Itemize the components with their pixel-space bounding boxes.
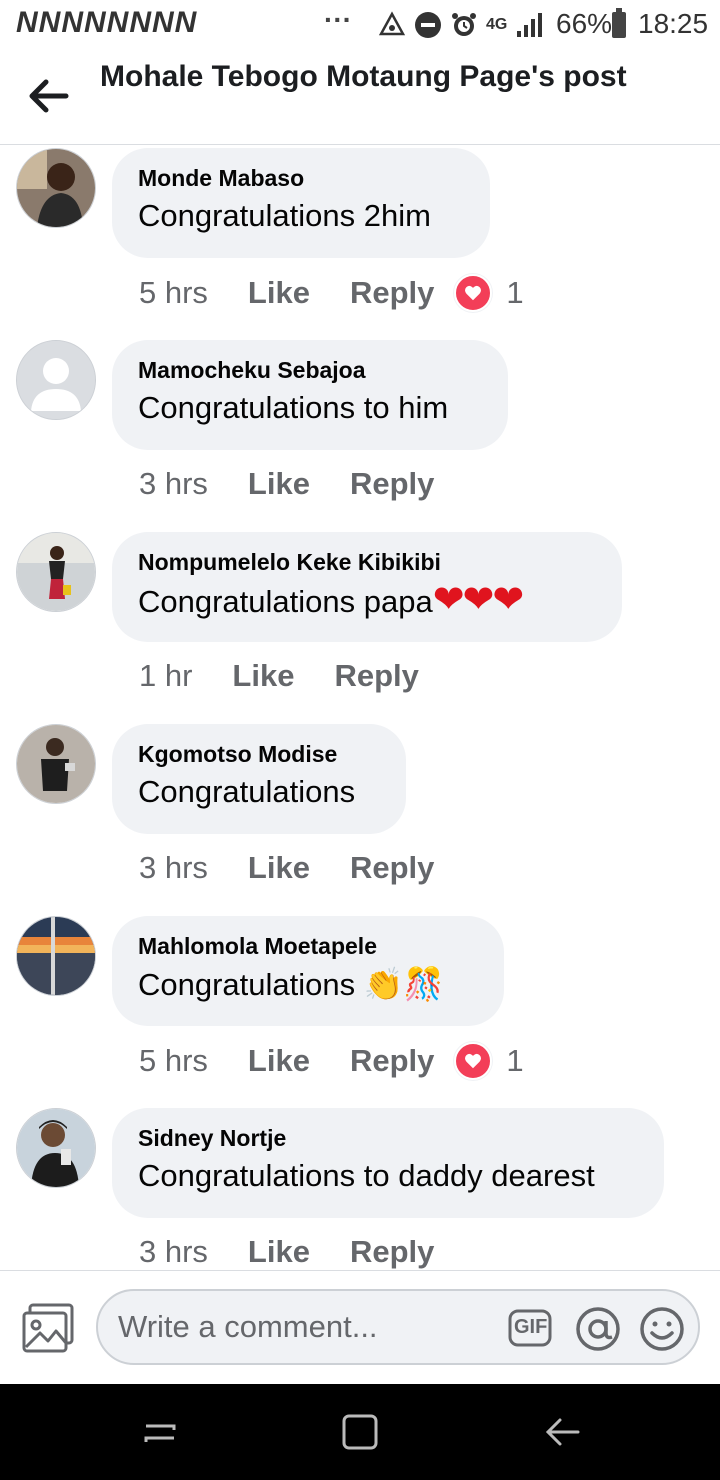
battery-icon bbox=[612, 8, 626, 38]
photo-icon[interactable] bbox=[22, 1303, 74, 1353]
avatar[interactable] bbox=[16, 724, 96, 804]
comment-text: Congratulations 2him bbox=[138, 198, 431, 233]
reply-button[interactable]: Reply bbox=[350, 1234, 434, 1270]
comment-author[interactable]: Mamocheku Sebajoa bbox=[138, 356, 480, 384]
status-bar: NNNNNNNN ··· 4G 66% 18:25 bbox=[0, 0, 720, 50]
reply-button[interactable]: Reply bbox=[350, 466, 434, 502]
page-header: Mohale Tebogo Motaung Page's post bbox=[0, 50, 720, 145]
comment-actions: 3 hrs Like Reply bbox=[139, 850, 434, 886]
data-saver-icon bbox=[378, 11, 406, 36]
back-arrow-icon[interactable] bbox=[26, 76, 70, 116]
notification-icons: NNNNNNNN bbox=[16, 6, 198, 39]
comment-text: Congratulations to daddy dearest bbox=[138, 1158, 595, 1193]
comment-author[interactable]: Sidney Nortje bbox=[138, 1124, 636, 1152]
clap-party-emojis: 👏🎊 bbox=[363, 966, 444, 1002]
heart-emojis: ❤❤❤ bbox=[432, 579, 525, 621]
like-button[interactable]: Like bbox=[232, 658, 294, 694]
like-button[interactable]: Like bbox=[248, 850, 310, 886]
comment-time[interactable]: 3 hrs bbox=[139, 1234, 208, 1270]
comment-author[interactable]: Nompumelelo Keke Kibikibi bbox=[138, 548, 594, 576]
comment-text: Congratulations to him bbox=[138, 390, 449, 425]
do-not-disturb-icon bbox=[415, 12, 441, 38]
comment-actions: 5 hrs Like Reply 1 bbox=[139, 274, 524, 312]
comment-time[interactable]: 1 hr bbox=[139, 658, 192, 694]
battery-percent: 66% bbox=[556, 8, 613, 39]
like-button[interactable]: Like bbox=[248, 1043, 310, 1079]
comment-actions: 3 hrs Like Reply bbox=[139, 1234, 434, 1270]
comment-bubble[interactable]: Sidney Nortje Congratulations to daddy d… bbox=[112, 1108, 664, 1218]
page-title: Mohale Tebogo Motaung Page's post bbox=[100, 60, 627, 93]
love-reaction-icon bbox=[454, 274, 493, 312]
avatar[interactable] bbox=[16, 148, 96, 228]
comment-time[interactable]: 3 hrs bbox=[139, 466, 208, 502]
gif-button[interactable]: GIF bbox=[508, 1309, 552, 1347]
clock: 18:25 bbox=[638, 8, 709, 39]
comment-input[interactable]: Write a comment... GIF bbox=[96, 1289, 700, 1365]
reply-button[interactable]: Reply bbox=[334, 658, 418, 694]
system-nav-bar bbox=[0, 1384, 720, 1480]
like-button[interactable]: Like bbox=[248, 1234, 310, 1270]
reply-button[interactable]: Reply bbox=[350, 1043, 434, 1079]
reaction-count[interactable]: 1 bbox=[454, 1042, 524, 1080]
comment-time[interactable]: 5 hrs bbox=[139, 275, 208, 311]
avatar[interactable] bbox=[16, 340, 96, 420]
alarm-icon bbox=[452, 13, 476, 36]
system-icons: 4G bbox=[378, 9, 545, 41]
recent-apps-icon[interactable] bbox=[140, 1412, 180, 1452]
comment-author[interactable]: Mahlomola Moetapele bbox=[138, 932, 476, 960]
comment-bubble[interactable]: Kgomotso Modise Congratulations bbox=[112, 724, 406, 834]
mention-icon[interactable] bbox=[574, 1305, 622, 1353]
like-button[interactable]: Like bbox=[248, 466, 310, 502]
comment-text: Congratulations papa❤❤❤ bbox=[138, 579, 525, 621]
comment-actions: 1 hr Like Reply bbox=[139, 658, 419, 694]
comment-text: Congratulations 👏🎊 bbox=[138, 966, 444, 1002]
reaction-count[interactable]: 1 bbox=[454, 274, 524, 312]
comment-bubble[interactable]: Mahlomola Moetapele Congratulations 👏🎊 bbox=[112, 916, 504, 1026]
love-reaction-icon bbox=[454, 1042, 493, 1080]
network-type: 4G bbox=[486, 16, 508, 33]
avatar[interactable] bbox=[16, 532, 96, 612]
home-icon[interactable] bbox=[340, 1412, 380, 1452]
comment-bubble[interactable]: Nompumelelo Keke Kibikibi Congratulation… bbox=[112, 532, 622, 642]
comment-bubble[interactable]: Monde Mabaso Congratulations 2him bbox=[112, 148, 490, 258]
comment-composer: Write a comment... GIF bbox=[0, 1270, 720, 1385]
like-button[interactable]: Like bbox=[248, 275, 310, 311]
reply-button[interactable]: Reply bbox=[350, 275, 434, 311]
comment-author[interactable]: Monde Mabaso bbox=[138, 164, 462, 192]
comment-actions: 3 hrs Like Reply bbox=[139, 466, 434, 502]
comment-time[interactable]: 3 hrs bbox=[139, 850, 208, 886]
emoji-icon[interactable] bbox=[638, 1305, 686, 1353]
avatar[interactable] bbox=[16, 916, 96, 996]
avatar[interactable] bbox=[16, 1108, 96, 1188]
gif-label: GIF bbox=[514, 1316, 548, 1338]
signal-icon bbox=[517, 13, 543, 37]
reply-button[interactable]: Reply bbox=[350, 850, 434, 886]
comment-time[interactable]: 5 hrs bbox=[139, 1043, 208, 1079]
comment-author[interactable]: Kgomotso Modise bbox=[138, 740, 378, 768]
more-notifications-icon: ··· bbox=[324, 4, 352, 35]
comment-input-placeholder: Write a comment... bbox=[118, 1309, 378, 1344]
comment-bubble[interactable]: Mamocheku Sebajoa Congratulations to him bbox=[112, 340, 508, 450]
comment-text: Congratulations bbox=[138, 774, 356, 809]
comment-actions: 5 hrs Like Reply 1 bbox=[139, 1042, 524, 1080]
back-nav-icon[interactable] bbox=[542, 1412, 582, 1452]
